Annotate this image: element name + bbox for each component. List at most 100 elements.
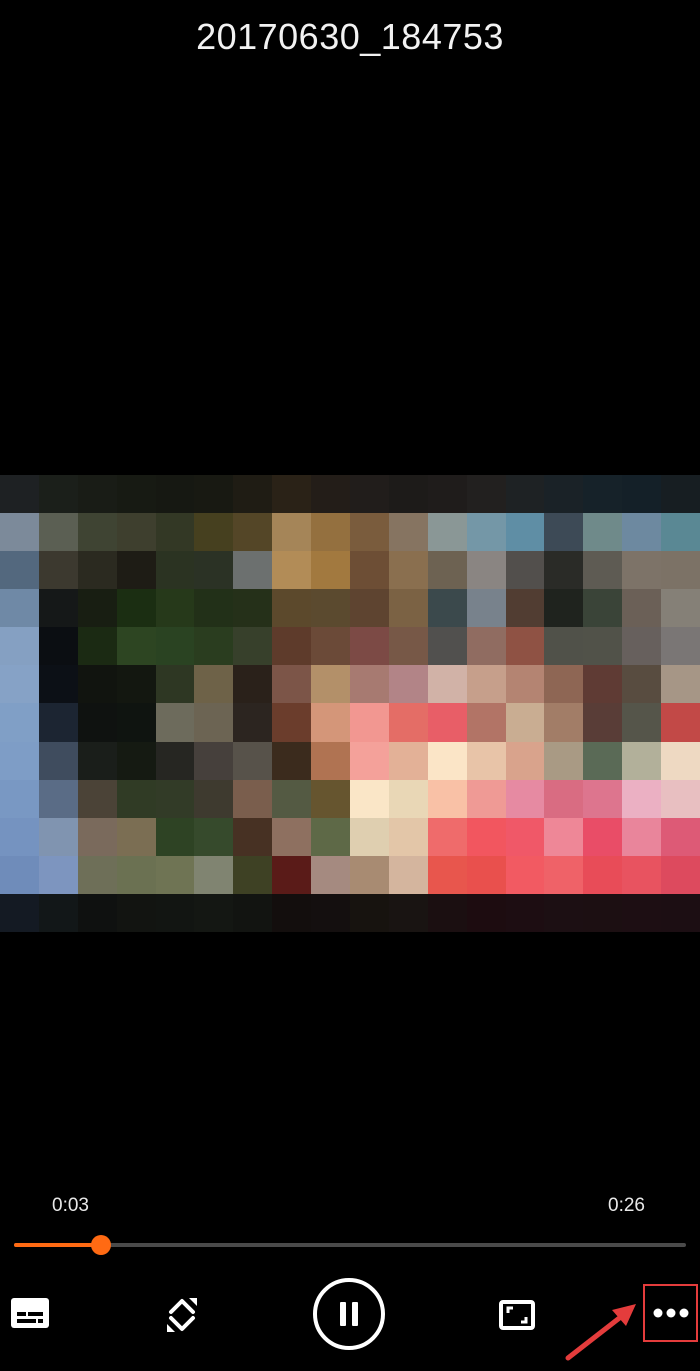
video-pixel — [194, 665, 234, 704]
video-pixel — [0, 551, 39, 590]
video-pixel — [272, 513, 312, 552]
video-pixel — [77, 589, 117, 628]
video-pixel — [622, 779, 662, 818]
video-pixel — [116, 513, 156, 552]
video-pixel — [77, 475, 117, 514]
more-options-button[interactable] — [646, 1287, 696, 1339]
rotate-icon — [162, 1295, 202, 1335]
video-pixel — [155, 475, 195, 514]
video-pixel — [155, 779, 195, 818]
video-pixel — [311, 665, 350, 704]
video-pixel — [272, 741, 312, 780]
video-pixel — [77, 855, 117, 894]
aspect-ratio-button[interactable] — [497, 1295, 537, 1335]
video-pixel — [544, 703, 584, 742]
video-pixel — [388, 741, 428, 780]
video-pixel — [583, 475, 623, 514]
video-pixel — [38, 817, 78, 856]
video-pixel — [427, 817, 467, 856]
video-pixel — [661, 703, 700, 742]
video-pixel — [38, 779, 78, 818]
video-pixel — [272, 855, 312, 894]
video-pixel — [77, 817, 117, 856]
video-pixel — [155, 665, 195, 704]
video-pixel — [427, 627, 467, 666]
video-pixel — [388, 589, 428, 628]
video-pixel — [155, 551, 195, 590]
video-pixel — [622, 513, 662, 552]
video-pixel — [505, 665, 545, 704]
video-pixel — [427, 589, 467, 628]
subtitles-button[interactable] — [8, 1293, 52, 1333]
video-pixel — [544, 817, 584, 856]
video-pixel — [38, 475, 78, 514]
video-pixel — [194, 551, 234, 590]
video-pixel — [155, 893, 195, 932]
seek-thumb[interactable] — [91, 1235, 112, 1255]
video-pixel — [544, 627, 584, 666]
arrow-icon — [560, 1292, 644, 1371]
video-pixel — [116, 665, 156, 704]
video-pixel — [350, 475, 389, 514]
video-pixel — [272, 589, 312, 628]
video-pixel — [388, 779, 428, 818]
rotate-button[interactable] — [160, 1293, 204, 1337]
video-pixel — [661, 551, 700, 590]
video-pixel — [388, 551, 428, 590]
video-pixel — [388, 703, 428, 742]
video-pixel — [350, 513, 389, 552]
video-pixel — [0, 855, 39, 894]
pause-button[interactable] — [313, 1278, 385, 1350]
video-pixel — [350, 627, 389, 666]
video-pixel — [0, 665, 39, 704]
video-pixel — [77, 893, 117, 932]
video-pixel — [505, 513, 545, 552]
video-pixel — [583, 855, 623, 894]
video-pixel — [466, 855, 506, 894]
video-pixel — [311, 627, 350, 666]
video-pixel — [233, 855, 273, 894]
video-pixel — [466, 627, 506, 666]
video-pixel — [77, 551, 117, 590]
video-pixel — [427, 703, 467, 742]
seek-track[interactable] — [14, 1243, 686, 1247]
video-pixel — [544, 589, 584, 628]
seek-bar[interactable] — [14, 1230, 686, 1260]
video-pixel — [350, 741, 389, 780]
video-pixel — [388, 855, 428, 894]
video-pixel — [661, 627, 700, 666]
video-pixel — [505, 817, 545, 856]
video-pixel — [233, 741, 273, 780]
video-pixel — [427, 893, 467, 932]
video-pixel — [466, 893, 506, 932]
video-frame[interactable] — [0, 475, 700, 932]
video-pixel — [350, 551, 389, 590]
video-pixel — [350, 817, 389, 856]
video-pixel — [194, 741, 234, 780]
video-pixel — [77, 741, 117, 780]
video-pixel — [350, 779, 389, 818]
video-pixel — [466, 703, 506, 742]
video-pixel — [272, 779, 312, 818]
video-pixel — [661, 741, 700, 780]
video-pixel — [661, 893, 700, 932]
video-pixel — [38, 589, 78, 628]
video-pixel — [622, 627, 662, 666]
seek-progress — [14, 1243, 102, 1247]
video-pixel — [194, 627, 234, 666]
video-pixel — [116, 589, 156, 628]
video-pixel — [544, 779, 584, 818]
video-pixel — [311, 893, 350, 932]
video-pixel — [350, 589, 389, 628]
video-pixel — [311, 779, 350, 818]
video-pixel — [272, 817, 312, 856]
video-pixel — [0, 513, 39, 552]
aspect-ratio-icon — [499, 1300, 535, 1330]
video-pixel — [194, 589, 234, 628]
video-pixel — [233, 589, 273, 628]
video-pixel — [272, 627, 312, 666]
video-pixel — [38, 741, 78, 780]
video-pixel — [388, 475, 428, 514]
video-pixel — [155, 627, 195, 666]
video-pixel — [194, 817, 234, 856]
